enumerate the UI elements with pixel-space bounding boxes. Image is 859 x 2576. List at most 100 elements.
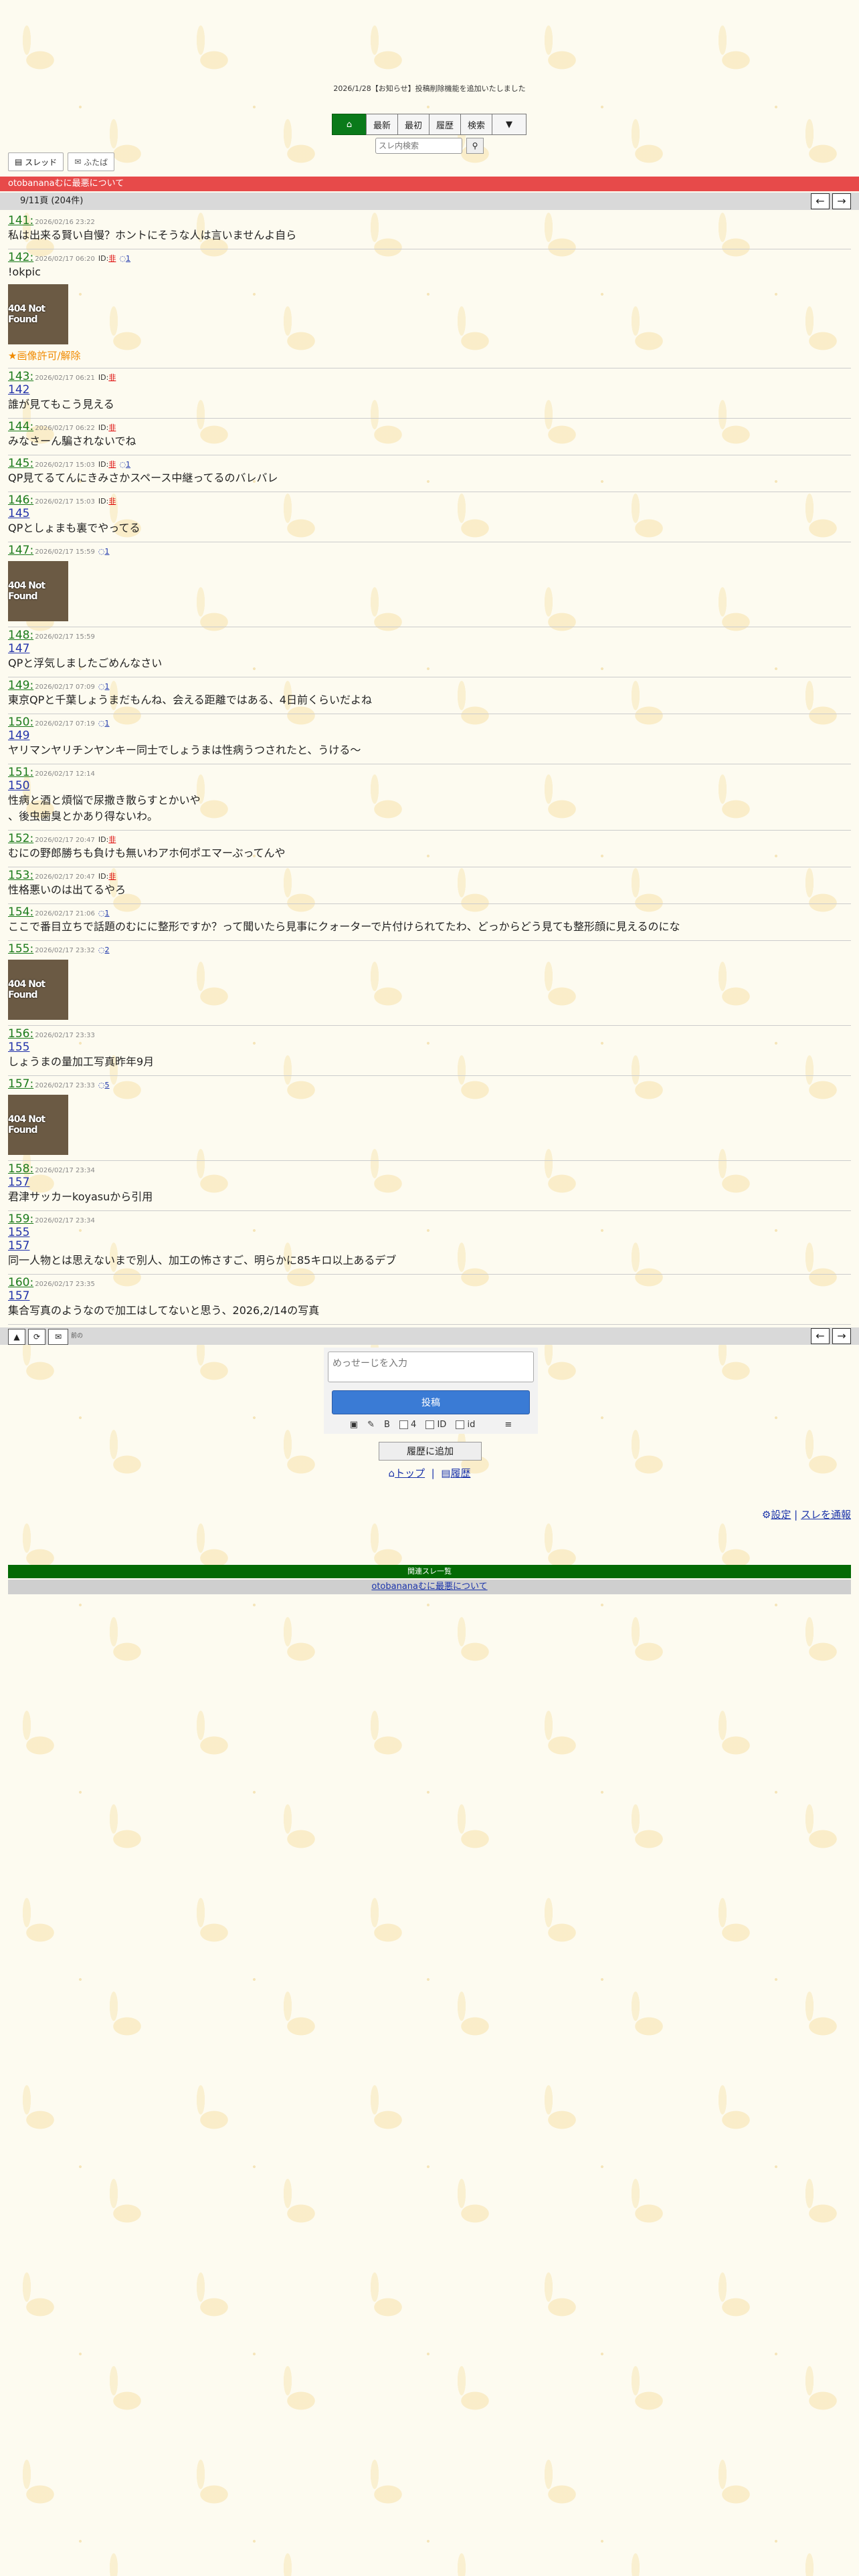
post-id: ID:非 — [98, 254, 116, 263]
related-thread-item[interactable]: otobananaむに最悪について — [8, 1580, 851, 1594]
id-link[interactable]: 非 — [108, 497, 116, 506]
top-link[interactable]: トップ — [395, 1467, 425, 1479]
reply-count[interactable]: ◌1 — [119, 254, 130, 263]
post-image[interactable]: 404 Not Found — [8, 1095, 68, 1155]
post-item: 149: 2026/02/17 07:09 ◌1 東京QPと千葉しょうまだもんね、会… — [8, 677, 851, 714]
reply-anchor[interactable]: 150 — [8, 779, 851, 792]
message-input[interactable] — [328, 1352, 534, 1382]
reply-count[interactable]: ◌1 — [119, 460, 130, 469]
next-page-button[interactable]: → — [832, 193, 851, 209]
option-checkbox-2[interactable] — [425, 1420, 435, 1429]
id-link[interactable]: 非 — [108, 835, 116, 844]
prev-page-button-bottom[interactable]: ← — [811, 1328, 830, 1344]
reply-anchor[interactable]: 157 — [8, 1289, 851, 1303]
post-number[interactable]: 150: — [8, 716, 33, 729]
reply-anchor[interactable]: 142 — [8, 383, 851, 397]
post-number[interactable]: 143: — [8, 370, 33, 383]
option-checkbox-1[interactable] — [399, 1420, 408, 1429]
reply-anchor[interactable]: 155 — [8, 1226, 851, 1239]
reply-count[interactable]: ◌1 — [98, 909, 110, 918]
id-link[interactable]: 非 — [108, 373, 116, 382]
search-submit-button[interactable]: ⚲ — [466, 138, 484, 154]
post-number[interactable]: 159: — [8, 1212, 33, 1226]
prev-page-button[interactable]: ← — [811, 193, 830, 209]
post-image[interactable]: 404 Not Found — [8, 284, 68, 344]
post-item: 159: 2026/02/17 23:34 155 157 同一人物とは思えないまで別… — [8, 1211, 851, 1275]
reply-count[interactable]: ◌5 — [98, 1081, 110, 1089]
post-date: 2026/02/17 23:33 — [35, 1082, 95, 1089]
chat-button[interactable]: ✉ — [48, 1329, 68, 1345]
post-number[interactable]: 142: — [8, 251, 33, 264]
id-link[interactable]: 非 — [108, 254, 116, 263]
post-number[interactable]: 148: — [8, 629, 33, 642]
refresh-button[interactable]: ⟳ — [28, 1329, 45, 1345]
report-thread-link[interactable]: スレを通報 — [801, 1509, 851, 1521]
reply-count[interactable]: ◌1 — [98, 547, 110, 556]
post-number[interactable]: 153: — [8, 869, 33, 882]
scroll-top-button[interactable]: ▲ — [8, 1329, 25, 1345]
post-item: 153: 2026/02/17 20:47 ID:非 性格悪いのは出てるやろ — [8, 867, 851, 904]
board-button[interactable]: ✉ ふたば — [68, 152, 115, 171]
reply-anchor[interactable]: 155 — [8, 1041, 851, 1054]
reply-anchor[interactable]: 147 — [8, 642, 851, 655]
image-permission-toggle[interactable]: ★画像許可/解除 — [8, 348, 851, 362]
first-button[interactable]: 最初 — [397, 114, 430, 135]
reply-count[interactable]: ◌1 — [98, 682, 110, 691]
submit-post-button[interactable]: 投稿 — [332, 1390, 530, 1414]
bold-icon[interactable]: B — [384, 1420, 390, 1430]
post-number[interactable]: 152: — [8, 832, 33, 845]
post-number[interactable]: 149: — [8, 679, 33, 692]
post-number[interactable]: 158: — [8, 1162, 33, 1176]
id-link[interactable]: 非 — [108, 423, 116, 432]
post-number[interactable]: 155: — [8, 942, 33, 956]
reply-count[interactable]: ◌1 — [98, 719, 110, 728]
post-number[interactable]: 145: — [8, 457, 33, 470]
post-id: ID:非 — [98, 423, 116, 432]
post-number[interactable]: 146: — [8, 494, 33, 507]
history-link[interactable]: 履歴 — [450, 1467, 470, 1479]
post-id: ID:非 — [98, 460, 116, 469]
reply-anchor[interactable]: 157 — [8, 1176, 851, 1189]
brush-icon[interactable]: ✎ — [367, 1420, 375, 1430]
post-body: 誰が見てもこう見える — [8, 398, 114, 411]
reply-count[interactable]: ◌2 — [98, 946, 110, 954]
post-number[interactable]: 154: — [8, 905, 33, 919]
image-upload-icon[interactable]: ▣ — [350, 1420, 358, 1430]
id-link[interactable]: 非 — [108, 460, 116, 469]
refresh-icon: ⟳ — [33, 1332, 41, 1341]
latest-button[interactable]: 最新 — [365, 114, 398, 135]
post-number[interactable]: 157: — [8, 1077, 33, 1091]
reply-anchor[interactable]: 145 — [8, 507, 851, 520]
settings-link[interactable]: 設定 — [771, 1509, 791, 1521]
post-item: 146: 2026/02/17 15:03 ID:非 145 QPとしょまも裏でやっ… — [8, 492, 851, 542]
menu-icon[interactable]: ≡ — [504, 1420, 512, 1430]
thread-search-input[interactable] — [375, 138, 462, 154]
post-image[interactable]: 404 Not Found — [8, 561, 68, 621]
search-icon: ⚲ — [472, 141, 478, 150]
post-image[interactable]: 404 Not Found — [8, 960, 68, 1020]
more-menu-button[interactable]: ▼ — [492, 114, 527, 135]
post-item: 151: 2026/02/17 12:14 150 性病と酒と煩悩で尿撒き散らすとか… — [8, 764, 851, 831]
post-number[interactable]: 156: — [8, 1027, 33, 1041]
search-button[interactable]: 検索 — [460, 114, 493, 135]
post-date: 2026/02/17 15:59 — [35, 633, 95, 641]
post-number[interactable]: 141: — [8, 214, 33, 227]
post-item: 141: 2026/02/16 23:22 私は出来る賢い自慢？ホントにそうな人は… — [8, 213, 851, 249]
list-icon: ▤ — [15, 157, 23, 167]
reply-anchor[interactable]: 157 — [8, 1239, 851, 1253]
home-button[interactable]: ⌂ — [331, 114, 367, 135]
post-number[interactable]: 144: — [8, 420, 33, 433]
option-checkbox-3[interactable] — [456, 1420, 465, 1429]
id-link[interactable]: 非 — [108, 872, 116, 881]
add-to-history-button[interactable]: 履歴に追加 — [379, 1442, 482, 1461]
gear-icon: ⚙ — [761, 1509, 771, 1521]
next-page-button-bottom[interactable]: → — [832, 1328, 851, 1344]
post-number[interactable]: 160: — [8, 1276, 33, 1289]
reply-anchor[interactable]: 149 — [8, 729, 851, 742]
post-number[interactable]: 151: — [8, 766, 33, 779]
history-button[interactable]: 履歴 — [429, 114, 462, 135]
site-notice: 2026/1/28【お知らせ】投稿削除機能を追加いたしました — [333, 84, 526, 93]
post-item: 158: 2026/02/17 23:34 157 君津サッカーkoyasuから引用 — [8, 1161, 851, 1211]
thread-list-button[interactable]: ▤ スレッド — [8, 152, 64, 171]
post-number[interactable]: 147: — [8, 544, 33, 557]
